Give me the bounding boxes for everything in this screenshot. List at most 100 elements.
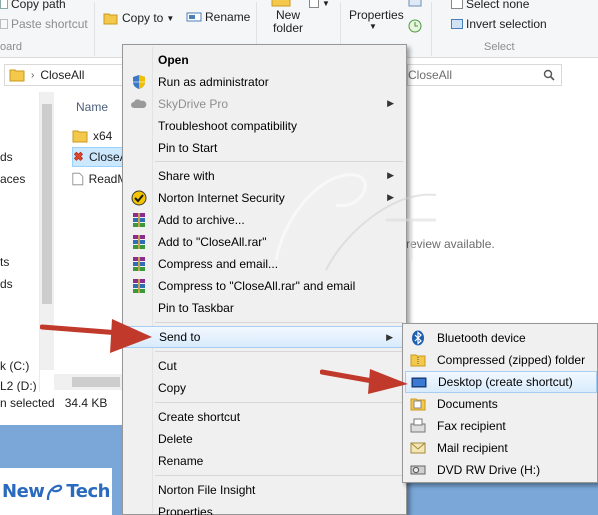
menu-item-skydrive-pro[interactable]: SkyDrive Pro ▶ — [125, 93, 404, 115]
chevron-down-icon: ▼ — [166, 13, 175, 23]
select-group-label: Select — [484, 41, 515, 53]
menu-item-compress-to-rar-and-email[interactable]: Compress to "CloseAll.rar" and email — [125, 275, 404, 297]
winrar-icon — [133, 213, 145, 227]
send-to-submenu: Bluetooth device Compressed (zipped) fol… — [402, 323, 598, 483]
history-icon[interactable] — [408, 19, 422, 33]
desktop-icon — [411, 377, 427, 388]
nav-item-drive-c[interactable]: k (C:) — [0, 359, 29, 373]
documents-icon — [410, 398, 426, 411]
status-selected: n selected — [0, 396, 55, 410]
copy-path-icon — [0, 0, 8, 9]
menu-item-create-shortcut[interactable]: Create shortcut — [125, 406, 404, 428]
paste-shortcut-icon — [0, 19, 8, 29]
submenu-arrow-icon: ▶ — [387, 192, 394, 202]
dvd-drive-icon — [410, 465, 426, 475]
ribbon-separator — [431, 2, 432, 56]
chevron-right-icon: › — [31, 69, 35, 81]
properties-button[interactable]: Properties — [349, 8, 404, 22]
logo-swirl-icon — [47, 484, 63, 500]
app-icon — [73, 151, 84, 161]
menu-item-run-as-administrator[interactable]: Run as administrator — [125, 71, 404, 93]
nav-item[interactable]: aces — [0, 172, 25, 186]
send-to-dvd-rw-drive[interactable]: DVD RW Drive (H:) — [405, 459, 597, 481]
new-item-icon — [309, 0, 319, 8]
send-to-mail-recipient[interactable]: Mail recipient — [405, 437, 597, 459]
mail-icon — [410, 442, 426, 454]
logo-text-left: New — [2, 481, 45, 502]
winrar-icon — [133, 279, 145, 293]
menu-item-troubleshoot-compatibility[interactable]: Troubleshoot compatibility — [125, 115, 404, 137]
newtech-logo: New Tech — [0, 468, 112, 515]
nav-item-drive-d[interactable]: L2 (D:) — [0, 379, 37, 393]
chevron-down-icon: ▼ — [322, 0, 330, 8]
logo-text-right: Tech — [66, 481, 110, 502]
send-to-fax-recipient[interactable]: Fax recipient — [405, 415, 597, 437]
fax-icon — [410, 418, 426, 433]
new-folder-button[interactable] — [270, 0, 292, 8]
navigation-pane: ds aces ts ds ds k (C:) L2 (D:) — [0, 92, 40, 393]
scrollbar-thumb[interactable] — [42, 104, 52, 304]
menu-separator — [155, 322, 403, 323]
menu-separator — [155, 475, 403, 476]
winrar-icon — [133, 257, 145, 271]
rename-icon — [186, 12, 202, 22]
menu-item-pin-to-start[interactable]: Pin to Start — [125, 137, 404, 159]
nav-item[interactable]: ds — [0, 150, 13, 164]
nav-item[interactable]: ds — [0, 277, 13, 291]
send-to-documents[interactable]: Documents — [405, 393, 597, 415]
menu-separator — [155, 402, 403, 403]
nav-item[interactable]: ts — [0, 255, 9, 269]
send-to-compressed-folder[interactable]: Compressed (zipped) folder — [405, 349, 597, 371]
paste-shortcut-button[interactable]: Paste shortcut — [0, 17, 88, 31]
new-folder-icon — [271, 0, 291, 7]
menu-item-send-to[interactable]: Send to ▶ — [125, 326, 404, 348]
menu-item-pin-to-taskbar[interactable]: Pin to Taskbar — [125, 297, 404, 319]
menu-item-copy[interactable]: Copy — [125, 377, 404, 399]
menu-item-properties[interactable]: Properties — [125, 501, 404, 515]
new-item-button[interactable]: ▼ — [309, 0, 330, 8]
text-file-icon — [72, 172, 84, 186]
status-size: 34.4 KB — [64, 396, 108, 410]
preview-pane-text: review available. — [406, 237, 495, 251]
column-header-name[interactable]: Name — [76, 100, 108, 114]
menu-separator — [155, 351, 403, 352]
search-input[interactable]: CloseAll — [402, 64, 562, 86]
send-to-bluetooth-device[interactable]: Bluetooth device — [405, 327, 597, 349]
winrar-icon — [133, 235, 145, 249]
menu-item-add-to-closeall-rar[interactable]: Add to "CloseAll.rar" — [125, 231, 404, 253]
submenu-arrow-icon: ▶ — [387, 98, 394, 108]
submenu-arrow-icon: ▶ — [386, 332, 393, 342]
select-none-icon — [451, 0, 463, 9]
menu-item-cut[interactable]: Cut — [125, 355, 404, 377]
menu-item-open[interactable]: Open — [125, 49, 404, 71]
menu-item-delete[interactable]: Delete — [125, 428, 404, 450]
invert-selection-icon — [451, 19, 463, 29]
new-folder-label: New folder — [273, 8, 304, 35]
menu-item-share-with[interactable]: Share with ▶ — [125, 165, 404, 187]
search-icon[interactable] — [543, 69, 555, 81]
rename-button[interactable]: Rename — [186, 10, 250, 24]
copy-to-icon — [103, 13, 118, 25]
send-to-desktop-create-shortcut[interactable]: Desktop (create shortcut) — [405, 371, 597, 393]
copy-path-button[interactable]: Copy path — [0, 0, 66, 11]
context-menu: Open Run as administrator SkyDrive Pro ▶… — [122, 44, 407, 515]
menu-item-add-to-archive[interactable]: Add to archive... — [125, 209, 404, 231]
nav-scrollbar[interactable] — [40, 92, 54, 370]
clipboard-group-label: oard — [0, 41, 23, 53]
invert-selection-button[interactable]: Invert selection — [451, 17, 547, 31]
menu-item-rename[interactable]: Rename — [125, 450, 404, 472]
chevron-down-icon[interactable]: ▼ — [369, 22, 377, 31]
skydrive-icon — [131, 99, 147, 108]
folder-icon — [72, 130, 88, 143]
menu-item-norton-internet-security[interactable]: Norton Internet Security ▶ — [125, 187, 404, 209]
submenu-arrow-icon: ▶ — [387, 170, 394, 180]
select-none-button[interactable]: Select none — [451, 0, 529, 11]
zip-folder-icon — [410, 354, 426, 367]
address-path: CloseAll — [40, 68, 85, 82]
menu-item-norton-file-insight[interactable]: Norton File Insight — [125, 479, 404, 501]
copy-to-button[interactable]: Copy to ▼ — [103, 10, 174, 26]
bluetooth-icon — [412, 330, 424, 346]
open-icon[interactable] — [408, 0, 422, 7]
menu-item-compress-and-email[interactable]: Compress and email... — [125, 253, 404, 275]
menu-separator — [155, 161, 403, 162]
